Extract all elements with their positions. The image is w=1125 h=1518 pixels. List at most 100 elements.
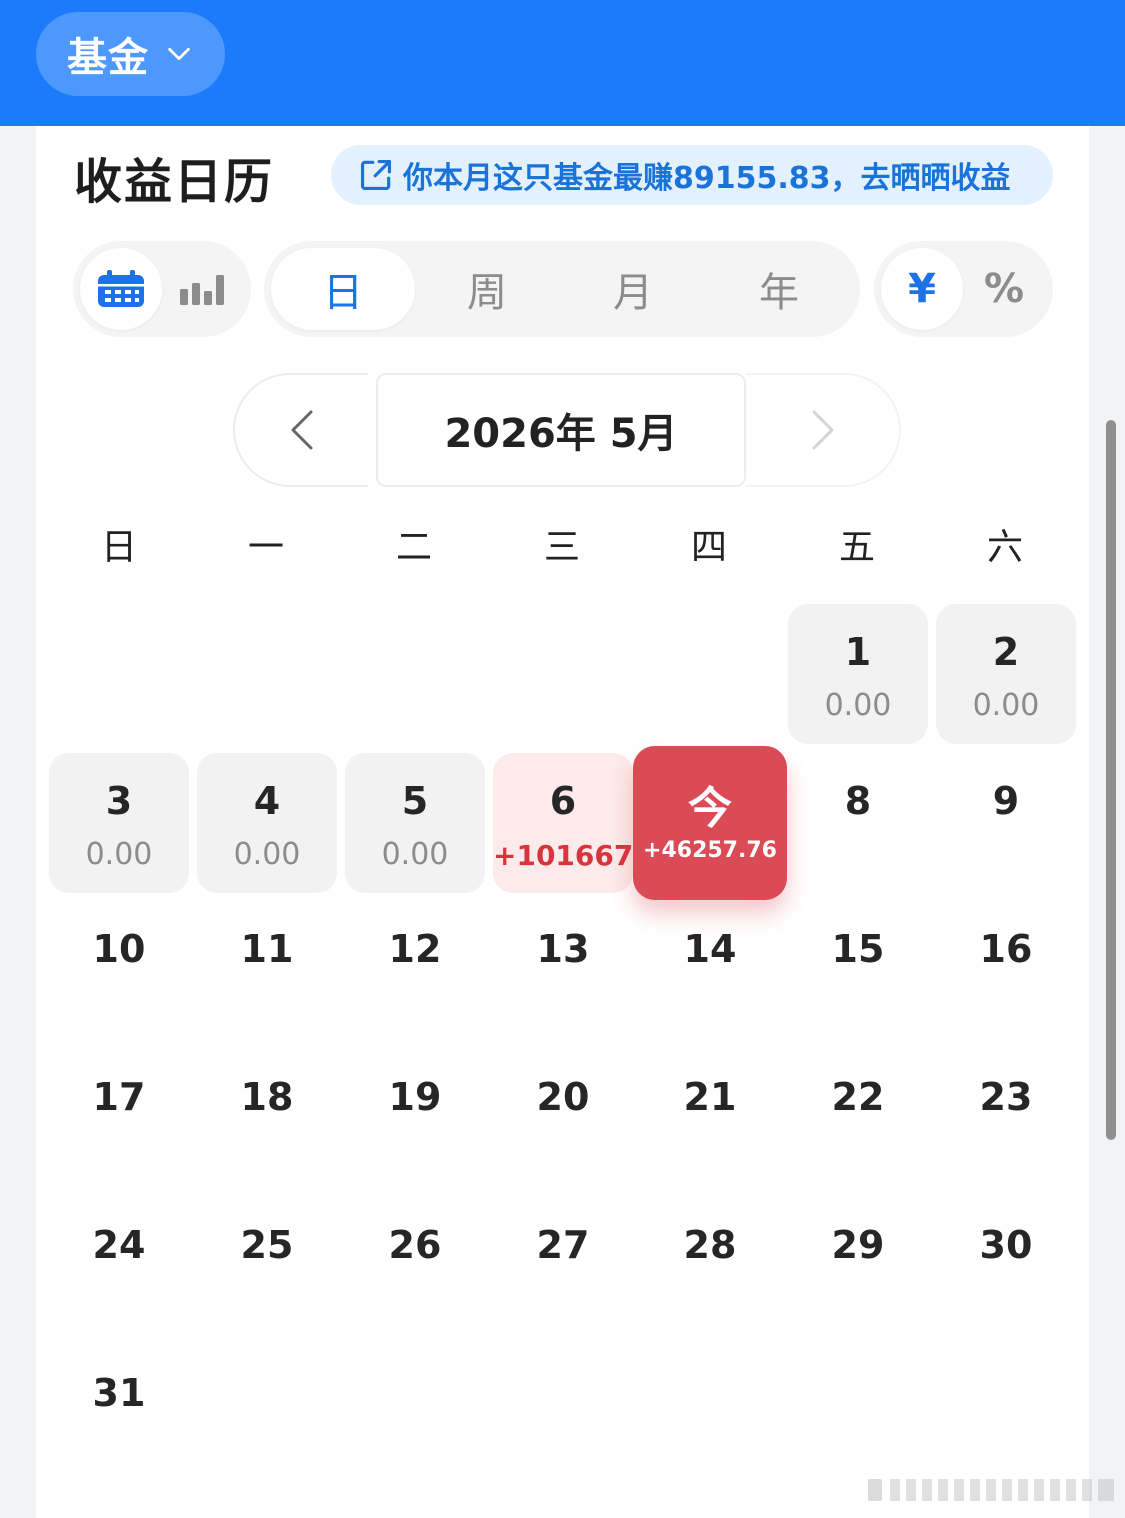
day-number: 29 [831, 1223, 885, 1267]
day-number: 22 [831, 1075, 885, 1119]
calendar-day[interactable]: 19 [345, 1049, 485, 1189]
day-number: 19 [388, 1075, 442, 1119]
next-month-button[interactable] [746, 373, 901, 487]
day-number: 23 [979, 1075, 1033, 1119]
fund-selector[interactable]: 基金 [36, 12, 225, 96]
calendar-day[interactable]: 28 [640, 1197, 780, 1337]
calendar-day[interactable]: 15 [788, 901, 928, 1041]
today-label: 今 [688, 783, 732, 834]
weekday-mon: 一 [247, 527, 284, 568]
calendar-day[interactable]: 21 [640, 1049, 780, 1189]
day-number: 14 [683, 927, 737, 971]
day-number: 16 [979, 927, 1033, 971]
day-number: 26 [388, 1223, 442, 1267]
calendar-day[interactable]: 26 [345, 1197, 485, 1337]
day-number: 25 [240, 1223, 294, 1267]
calendar-day[interactable]: 12 [345, 901, 485, 1041]
calendar-day[interactable]: 27 [493, 1197, 633, 1337]
day-number: 9 [992, 779, 1020, 823]
unit-toggle: ¥ % [874, 241, 1053, 337]
chevron-down-icon [168, 47, 190, 61]
calendar-day[interactable]: 24 [49, 1197, 189, 1337]
tab-week[interactable]: 周 [415, 248, 559, 330]
day-number: 15 [831, 927, 885, 971]
calendar-day[interactable]: 22 [788, 1049, 928, 1189]
calendar-view-button[interactable] [80, 248, 162, 330]
calendar-day[interactable]: 8 [788, 753, 928, 893]
share-earnings-banner[interactable]: 你本月这只基金最赚89155.83，去晒晒收益 [331, 145, 1053, 205]
view-toggle [73, 241, 251, 337]
unit-percent-button[interactable]: % [963, 248, 1045, 330]
weekday-sun: 日 [100, 527, 137, 568]
calendar-day[interactable]: 2 0.00 [936, 604, 1076, 744]
calendar-day[interactable]: 31 [49, 1345, 189, 1485]
calendar-day[interactable]: 29 [788, 1197, 928, 1337]
external-link-icon [360, 159, 392, 191]
period-tabs: 日 周 月 年 [264, 241, 860, 337]
day-number: 30 [979, 1223, 1033, 1267]
calendar-day[interactable]: 5 0.00 [345, 753, 485, 893]
fund-selector-label: 基金 [67, 35, 149, 81]
today-cell[interactable]: 今 +46257.76 [633, 746, 787, 900]
day-number: 27 [536, 1223, 590, 1267]
share-text: 你本月这只基金最赚89155.83，去晒晒收益 [403, 161, 1011, 196]
day-number: 31 [92, 1371, 146, 1415]
day-number: 3 [105, 779, 133, 823]
chevron-left-icon [291, 410, 312, 450]
tab-day[interactable]: 日 [271, 248, 415, 330]
day-number: 20 [536, 1075, 590, 1119]
calendar-day[interactable]: 30 [936, 1197, 1076, 1337]
day-number: 12 [388, 927, 442, 971]
day-earnings: +101667 [493, 839, 634, 872]
day-earnings: 0.00 [381, 837, 449, 872]
calendar-day[interactable]: 6 +101667 [493, 753, 633, 893]
day-number: 21 [683, 1075, 737, 1119]
bar-chart-icon [180, 275, 224, 305]
weekday-fri: 五 [838, 527, 875, 568]
tab-month[interactable]: 月 [561, 248, 705, 330]
day-number: 10 [92, 927, 146, 971]
day-number: 28 [683, 1223, 737, 1267]
day-number: 13 [536, 927, 590, 971]
weekday-wed: 三 [543, 527, 580, 568]
calendar-day[interactable]: 14 [640, 901, 780, 1041]
calendar-day[interactable]: 25 [197, 1197, 337, 1337]
calendar-day[interactable]: 17 [49, 1049, 189, 1189]
calendar-day[interactable]: 20 [493, 1049, 633, 1189]
day-earnings: 0.00 [233, 837, 301, 872]
calendar-day[interactable]: 3 0.00 [49, 753, 189, 893]
calendar-day[interactable]: 23 [936, 1049, 1076, 1189]
day-number: 17 [92, 1075, 146, 1119]
calendar-day[interactable]: 11 [197, 901, 337, 1041]
watermark-logo [868, 1479, 1114, 1501]
calendar-icon [98, 270, 144, 307]
calendar-day[interactable]: 9 [936, 753, 1076, 893]
weekday-tue: 二 [395, 527, 432, 568]
unit-yuan-button[interactable]: ¥ [881, 248, 963, 330]
tab-year[interactable]: 年 [707, 248, 851, 330]
page-title: 收益日历 [74, 154, 275, 210]
day-number: 24 [92, 1223, 146, 1267]
day-earnings: 0.00 [972, 688, 1040, 723]
day-number: 1 [844, 630, 872, 674]
prev-month-button[interactable] [233, 373, 368, 487]
weekday-sat: 六 [986, 527, 1023, 568]
chart-view-button[interactable] [162, 248, 244, 330]
calendar-day[interactable]: 10 [49, 901, 189, 1041]
day-number: 8 [844, 779, 872, 823]
calendar-day[interactable]: 18 [197, 1049, 337, 1189]
current-month-label[interactable]: 2026年 5月 [376, 373, 746, 487]
scrollbar[interactable] [1106, 420, 1116, 1140]
day-earnings: 0.00 [824, 688, 892, 723]
day-number: 5 [401, 779, 429, 823]
calendar-day[interactable]: 13 [493, 901, 633, 1041]
calendar-day[interactable]: 16 [936, 901, 1076, 1041]
calendar-day[interactable]: 1 0.00 [788, 604, 928, 744]
day-earnings: 0.00 [85, 837, 153, 872]
day-number: 18 [240, 1075, 294, 1119]
calendar-day[interactable]: 4 0.00 [197, 753, 337, 893]
day-number: 11 [240, 927, 294, 971]
day-number: 6 [549, 779, 577, 823]
chevron-right-icon [812, 410, 833, 450]
day-number: 4 [253, 779, 281, 823]
